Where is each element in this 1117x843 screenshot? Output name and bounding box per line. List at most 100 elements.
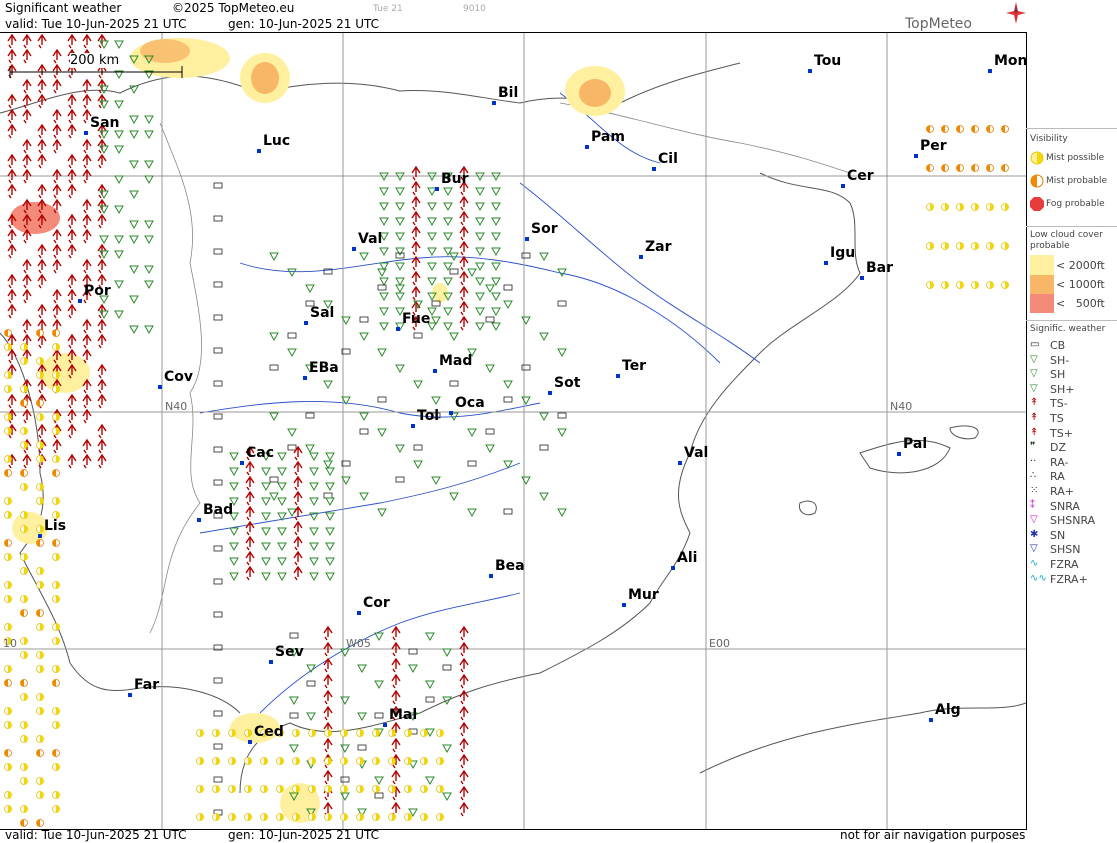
mist-symbol (941, 164, 949, 172)
legend-sigwx-label: TS+ (1050, 426, 1073, 440)
mist-symbol (356, 729, 364, 737)
mist-symbol (52, 637, 60, 645)
mist-symbol (926, 281, 934, 289)
mist-symbol (52, 455, 60, 463)
city-marker (652, 167, 656, 171)
city-marker (411, 424, 415, 428)
city-marker (492, 101, 496, 105)
city-marker (585, 145, 589, 149)
mist-symbol (941, 242, 949, 250)
mist-symbol (1001, 164, 1009, 172)
mist-symbol (52, 763, 60, 771)
city-label: San (90, 115, 120, 131)
mist-symbol (20, 595, 28, 603)
city-label: Tou (814, 53, 842, 69)
legend-symbol-icon: ⁙ (1030, 485, 1039, 496)
mist-symbol (52, 721, 60, 729)
legend-sigwx-label: TS (1050, 412, 1064, 425)
city-label: Ced (254, 724, 284, 740)
mist-symbol (20, 819, 28, 827)
mist-symbol (420, 757, 428, 765)
mist-symbol (20, 679, 28, 687)
mist-symbol (324, 813, 332, 821)
mist-symbol (52, 791, 60, 799)
weather-map[interactable]: 10 N40 N40 W05 E00 200 km Bil Tou Mon San Lu… (0, 32, 1027, 830)
mist-symbol (372, 785, 380, 793)
mist-symbol (404, 813, 412, 821)
city-marker (525, 237, 529, 241)
legend-sigwx-label: RA (1050, 470, 1065, 484)
mist-symbol (4, 413, 12, 421)
city-label: Por (84, 283, 111, 299)
city-label: Cov (164, 369, 194, 385)
mist-symbol (36, 665, 44, 673)
legend-symbol-icon: ∿ (1030, 558, 1039, 569)
mist-symbol (20, 609, 28, 617)
city-label: Pal (903, 436, 928, 452)
mist-symbol (20, 441, 28, 449)
mist-symbol (356, 757, 364, 765)
scale-label: 200 km (70, 53, 120, 68)
legend-sigwx-label: SHSN (1050, 543, 1081, 557)
mist-symbol (404, 785, 412, 793)
mist-symbol (36, 777, 44, 785)
city-marker (897, 452, 901, 456)
mist-symbol (20, 385, 28, 393)
legend-symbol-icon: ❞ (1030, 441, 1036, 453)
city-label: Zar (645, 239, 672, 255)
mist-symbol (228, 729, 236, 737)
mist-symbol (52, 413, 60, 421)
mist-symbol (36, 329, 44, 337)
mist-symbol (4, 721, 12, 729)
fog-probable-icon (1030, 197, 1044, 211)
mist-symbol (212, 813, 220, 821)
mist-symbol (20, 427, 28, 435)
city-marker (357, 611, 361, 615)
brand-name: TopMeteo (905, 16, 972, 32)
mist-symbol (52, 343, 60, 351)
city-marker (78, 299, 82, 303)
mist-symbol (308, 785, 316, 793)
mist-symbol (36, 819, 44, 827)
mist-symbol (20, 469, 28, 477)
legend-symbol-icon: ↟ (1030, 426, 1039, 438)
mist-symbol (52, 679, 60, 687)
mist-symbol (20, 399, 28, 407)
mist-symbol (404, 757, 412, 765)
mist-symbol (340, 813, 348, 821)
legend-sigwx-label: SH (1050, 368, 1066, 382)
legend-significant-weather: Signific. weather ▭ CB ▽ SH- ▽ SH ▽ SH+ ↟ TS- ↟ TS ↟… (1026, 320, 1117, 591)
city-label: Per (920, 138, 947, 154)
footer-generated: gen: 10-Jun-2025 21 UTC (228, 828, 380, 842)
legend-symbol-icon: ▽ (1030, 514, 1038, 526)
legend-cloud-2000: < 2000ft (1056, 259, 1105, 272)
city-marker (304, 321, 308, 325)
mist-symbol (52, 385, 60, 393)
grid-label-w10: 10 (3, 637, 17, 650)
mist-symbol (4, 791, 12, 799)
mist-symbol (4, 707, 12, 715)
mist-symbol (324, 757, 332, 765)
mist-symbol (292, 785, 300, 793)
mist-symbol (340, 729, 348, 737)
mist-symbol (356, 813, 364, 821)
mist-symbol (52, 749, 60, 757)
legend-symbol-icon: ▽ (1030, 368, 1038, 380)
city-label: Mal (389, 707, 418, 723)
mist-symbol (4, 623, 12, 631)
mist-symbol (388, 729, 396, 737)
legend-symbol-icon: ▽ (1030, 382, 1038, 394)
faint-day: Tue 21 (373, 4, 403, 14)
mist-symbol (1001, 125, 1009, 133)
mist-symbol (1001, 281, 1009, 289)
mist-symbol (52, 427, 60, 435)
city-marker (914, 154, 918, 158)
city-label: Mon (994, 53, 1027, 69)
legend-symbol-icon: ↟ (1030, 397, 1039, 409)
mist-symbol (52, 497, 60, 505)
mist-symbol (212, 785, 220, 793)
city-marker (197, 518, 201, 522)
legend-cloud-1000: < 1000ft (1056, 278, 1105, 291)
legend-sigwx-label: CB (1050, 339, 1066, 352)
mist-symbol (4, 595, 12, 603)
